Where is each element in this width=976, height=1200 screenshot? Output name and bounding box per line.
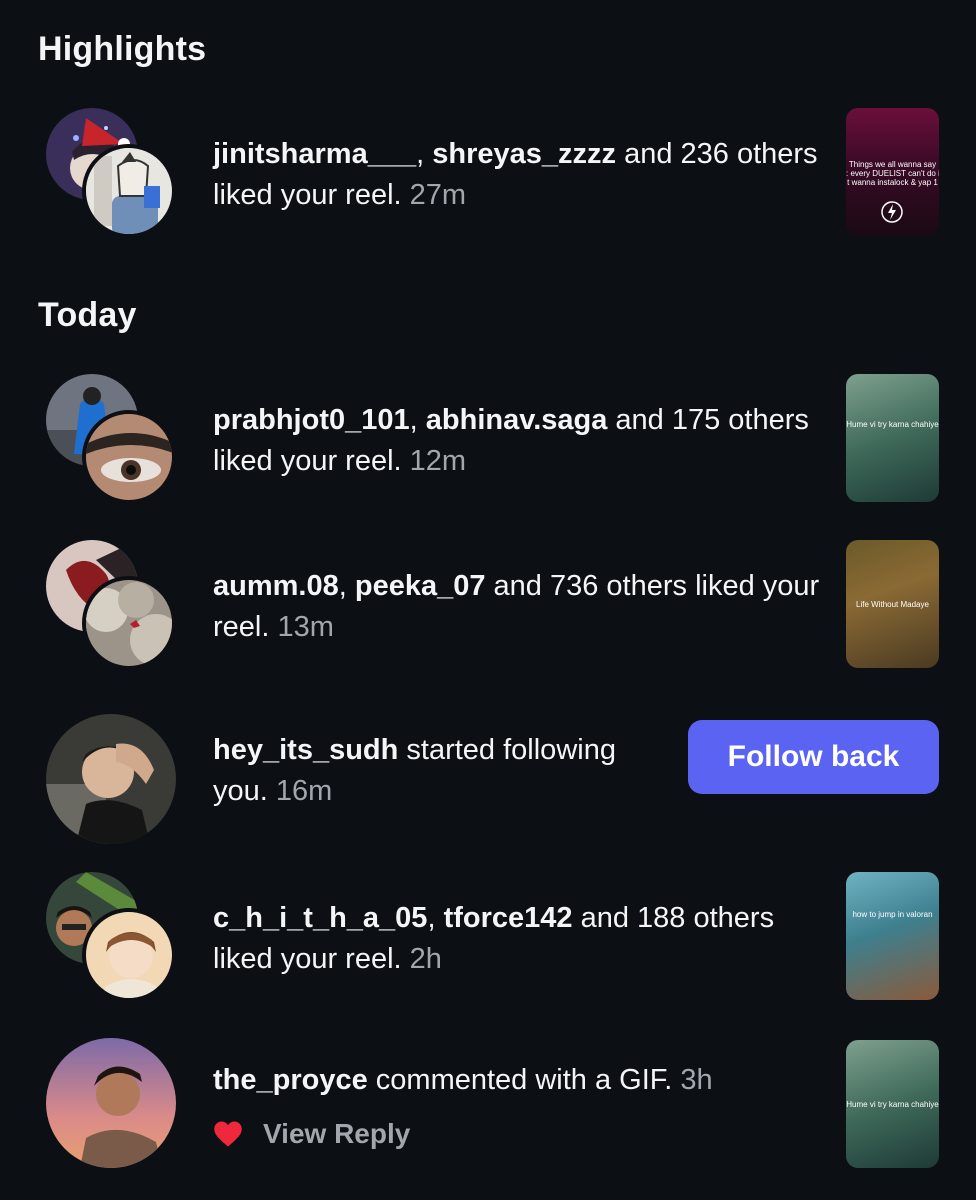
reply-row: View Reply [213, 1112, 410, 1156]
reel-thumbnail[interactable]: Hume vi try karna chahiye [846, 1040, 939, 1168]
view-reply-link[interactable]: View Reply [263, 1118, 410, 1150]
thumb-caption-line: : every DUELIST can't do i [846, 169, 939, 178]
username[interactable]: the_proyce [213, 1064, 368, 1096]
avatar[interactable] [82, 576, 176, 670]
timestamp: 2h [409, 943, 442, 975]
heart-icon[interactable] [213, 1120, 243, 1148]
notification-text: jinitsharma___, shreyas_zzzz and 236 oth… [213, 138, 818, 211]
reel-thumbnail[interactable]: how to jump in valoran [846, 872, 939, 1000]
reel-thumbnail[interactable]: Things we all wanna say : every DUELIST … [846, 108, 939, 236]
timestamp: 12m [409, 445, 467, 477]
notification-text: the_proyce commented with a GIF. 3h [213, 1064, 713, 1096]
avatar[interactable] [82, 908, 176, 1002]
notification-text: hey_its_sudh started following you. 16m [213, 734, 616, 807]
thumb-caption: how to jump in valoran [852, 910, 933, 919]
avatar[interactable] [46, 714, 176, 844]
avatar[interactable] [82, 410, 176, 504]
username[interactable]: abhinav.saga [426, 404, 608, 436]
timestamp: 16m [275, 775, 333, 807]
reel-thumbnail[interactable]: Life Without Madaye [846, 540, 939, 668]
username[interactable]: hey_its_sudh [213, 734, 398, 766]
username[interactable]: aumm.08 [213, 570, 339, 602]
thumb-caption-line: t wanna instalock & yap 1 [847, 178, 938, 187]
username[interactable]: shreyas_zzzz [432, 138, 616, 170]
notification-text: aumm.08, peeka_07 and 736 others liked y… [213, 570, 820, 643]
username[interactable]: prabhjot0_101 [213, 404, 410, 436]
thumb-caption: Hume vi try karna chahiye [846, 1100, 939, 1109]
avatar-group[interactable] [46, 1038, 178, 1170]
username[interactable]: tforce142 [444, 902, 573, 934]
avatar[interactable] [46, 1038, 176, 1168]
thumb-caption: Hume vi try karna chahiye [846, 420, 939, 429]
username[interactable]: c_h_i_t_h_a_05 [213, 902, 427, 934]
section-title-today: Today [38, 296, 137, 334]
notification-text: prabhjot0_101, abhinav.saga and 175 othe… [213, 404, 809, 477]
timestamp: 27m [409, 179, 467, 211]
notification-text: c_h_i_t_h_a_05, tforce142 and 188 others… [213, 902, 775, 975]
avatar-group[interactable] [46, 374, 178, 506]
timestamp: 13m [277, 611, 334, 643]
thumb-caption: Life Without Madaye [856, 600, 929, 609]
logo-icon [881, 201, 903, 223]
avatar-group[interactable] [46, 108, 178, 240]
username[interactable]: peeka_07 [355, 570, 486, 602]
avatar-group[interactable] [46, 714, 178, 846]
reel-thumbnail[interactable]: Hume vi try karna chahiye [846, 374, 939, 502]
section-title-highlights: Highlights [38, 30, 207, 68]
username[interactable]: jinitsharma___ [213, 138, 416, 170]
follow-back-button[interactable]: Follow back [688, 720, 939, 794]
avatar-group[interactable] [46, 872, 178, 1004]
thumb-caption-line: Things we all wanna say [848, 160, 937, 169]
timestamp: 3h [680, 1064, 713, 1096]
avatar[interactable] [82, 144, 176, 238]
avatar-group[interactable] [46, 540, 178, 672]
